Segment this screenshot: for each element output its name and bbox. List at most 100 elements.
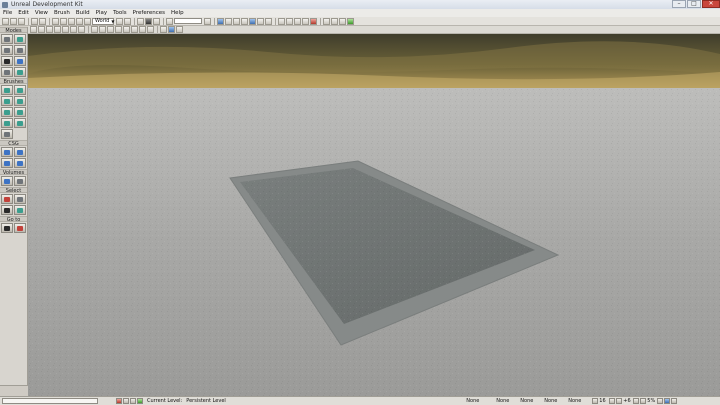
new-map-icon[interactable] bbox=[2, 17, 9, 25]
swarm-icon[interactable] bbox=[265, 17, 272, 25]
cube-brush-icon[interactable] bbox=[1, 85, 13, 95]
perspective-viewport[interactable] bbox=[28, 34, 720, 396]
spiral-stair-icon[interactable] bbox=[1, 118, 13, 128]
game-view-icon[interactable] bbox=[99, 26, 106, 33]
terrain-mode-icon[interactable] bbox=[1, 45, 13, 55]
undo-icon[interactable] bbox=[31, 17, 38, 25]
level-browser-icon[interactable] bbox=[123, 398, 129, 404]
realtime-icon[interactable] bbox=[91, 26, 98, 33]
camera-icon[interactable] bbox=[160, 26, 167, 33]
lock-viewport-icon[interactable] bbox=[123, 26, 130, 33]
invert-selection-icon[interactable] bbox=[14, 194, 26, 204]
rotation-snap-down[interactable] bbox=[633, 398, 640, 404]
menu-file[interactable]: File bbox=[3, 10, 12, 16]
goto-builder-brush-icon[interactable] bbox=[14, 223, 26, 233]
menu-brush[interactable]: Brush bbox=[54, 10, 70, 16]
build-paths-icon[interactable] bbox=[233, 17, 240, 25]
post-process-icon[interactable] bbox=[139, 26, 146, 33]
landscape-icon[interactable] bbox=[1, 67, 13, 77]
matinee-icon[interactable] bbox=[153, 17, 160, 25]
curved-stair-icon[interactable] bbox=[1, 96, 13, 106]
lighting-quality-icon[interactable] bbox=[257, 17, 264, 25]
camera-speed-icon[interactable] bbox=[107, 26, 114, 33]
lit-mode-icon[interactable] bbox=[38, 26, 45, 33]
wireframe-icon[interactable] bbox=[46, 26, 53, 33]
light-complexity-icon[interactable] bbox=[70, 26, 77, 33]
save-icon[interactable] bbox=[18, 17, 25, 25]
build-cover-icon[interactable] bbox=[241, 17, 248, 25]
menu-help[interactable]: Help bbox=[171, 10, 184, 16]
open-map-icon[interactable] bbox=[10, 17, 17, 25]
linear-stair-icon[interactable] bbox=[1, 107, 13, 117]
close-button[interactable]: ✕ bbox=[702, 0, 720, 8]
mesh-paint-icon[interactable] bbox=[1, 56, 13, 66]
csg-deintersect-icon[interactable] bbox=[14, 158, 26, 168]
scale-snap-toggle[interactable] bbox=[640, 398, 647, 404]
volumetric-brush-icon[interactable] bbox=[1, 129, 13, 139]
drag-grid-icon[interactable] bbox=[166, 17, 173, 25]
generic-browser-icon[interactable] bbox=[137, 17, 144, 25]
show-flags-icon[interactable] bbox=[278, 17, 285, 25]
streaming-volume-icon[interactable] bbox=[131, 26, 138, 33]
volume-options-icon[interactable] bbox=[14, 176, 26, 186]
static-mesh-mode-icon[interactable] bbox=[14, 56, 26, 66]
play-mobile-icon[interactable] bbox=[339, 17, 346, 25]
drag-grid-toggle[interactable] bbox=[592, 398, 599, 404]
scale-icon[interactable] bbox=[76, 17, 83, 25]
stop-icon[interactable] bbox=[310, 17, 317, 25]
level-options-icon[interactable] bbox=[130, 398, 136, 404]
sphere-brush-icon[interactable] bbox=[14, 118, 26, 128]
play-viewport-icon[interactable] bbox=[331, 17, 338, 25]
current-level-icon[interactable] bbox=[137, 398, 143, 404]
csg-add-icon[interactable] bbox=[1, 147, 13, 157]
goto-actor-icon[interactable] bbox=[1, 223, 13, 233]
menu-preferences[interactable]: Preferences bbox=[133, 10, 165, 16]
scale-snap-down[interactable] bbox=[657, 398, 664, 404]
search-icon[interactable] bbox=[204, 17, 211, 25]
cone-brush-icon[interactable] bbox=[14, 85, 26, 95]
texture-align-icon[interactable] bbox=[14, 45, 26, 55]
play-from-here-icon[interactable] bbox=[168, 26, 175, 33]
viewport-type-icon[interactable] bbox=[30, 26, 37, 33]
menu-build[interactable]: Build bbox=[76, 10, 90, 16]
play-console-icon[interactable] bbox=[323, 17, 330, 25]
cylinder-brush-icon[interactable] bbox=[14, 96, 26, 106]
select-mode-icon[interactable] bbox=[52, 17, 59, 25]
translate-icon[interactable] bbox=[60, 17, 67, 25]
build-all-icon[interactable] bbox=[249, 17, 256, 25]
hide-selected-icon[interactable] bbox=[14, 205, 26, 215]
level-lock-icon[interactable] bbox=[116, 398, 122, 404]
foliage-icon[interactable] bbox=[14, 67, 26, 77]
nonuniform-scale-icon[interactable] bbox=[84, 17, 91, 25]
menu-edit[interactable]: Edit bbox=[18, 10, 29, 16]
show-selected-icon[interactable] bbox=[1, 205, 13, 215]
coordinate-system-select[interactable]: World ▼ bbox=[92, 17, 114, 25]
add-volume-icon[interactable] bbox=[1, 176, 13, 186]
toolbar-search-input[interactable] bbox=[174, 18, 202, 24]
minimize-button[interactable]: – bbox=[672, 0, 686, 8]
autosave-icon[interactable] bbox=[664, 398, 671, 404]
select-all-icon[interactable] bbox=[1, 194, 13, 204]
menu-tools[interactable]: Tools bbox=[113, 10, 127, 16]
redo-icon[interactable] bbox=[39, 17, 46, 25]
status-options-icon[interactable] bbox=[671, 398, 678, 404]
unlit-icon[interactable] bbox=[54, 26, 61, 33]
menu-view[interactable]: View bbox=[35, 10, 48, 16]
rotation-snap-toggle[interactable] bbox=[616, 398, 623, 404]
binoculars-icon[interactable] bbox=[124, 17, 131, 25]
kismet-icon[interactable] bbox=[145, 17, 152, 25]
collision-icon[interactable] bbox=[294, 17, 301, 25]
search-actor-icon[interactable] bbox=[116, 17, 123, 25]
csg-subtract-icon[interactable] bbox=[14, 147, 26, 157]
build-geometry-icon[interactable] bbox=[217, 17, 224, 25]
camera-mode-icon[interactable] bbox=[1, 34, 13, 44]
rotate-icon[interactable] bbox=[68, 17, 75, 25]
lighting-only-icon[interactable] bbox=[62, 26, 69, 33]
menu-play[interactable]: Play bbox=[96, 10, 107, 16]
sync-view-icon[interactable] bbox=[147, 26, 154, 33]
orbit-icon[interactable] bbox=[176, 26, 183, 33]
maximize-button[interactable]: □ bbox=[687, 0, 701, 8]
bsp-icon[interactable] bbox=[302, 17, 309, 25]
volumes-icon[interactable] bbox=[286, 17, 293, 25]
texture-density-icon[interactable] bbox=[78, 26, 85, 33]
